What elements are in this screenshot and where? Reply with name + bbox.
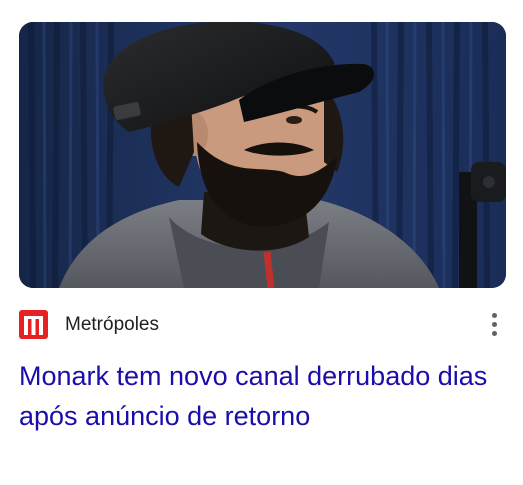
article-headline-link[interactable]: Monark tem novo canal derrubado dias apó… bbox=[19, 356, 499, 436]
thumbnail-image bbox=[19, 22, 506, 288]
more-dot bbox=[491, 313, 497, 318]
source-row: Metrópoles bbox=[19, 309, 506, 341]
article-thumbnail[interactable] bbox=[19, 22, 506, 288]
news-card[interactable]: Metrópoles Monark tem novo canal derruba… bbox=[0, 0, 523, 485]
more-dot bbox=[491, 322, 497, 327]
more-dot bbox=[491, 331, 497, 336]
more-vert-icon[interactable] bbox=[490, 313, 498, 339]
metropoles-logo-icon bbox=[19, 310, 48, 339]
source-name: Metrópoles bbox=[65, 314, 159, 335]
